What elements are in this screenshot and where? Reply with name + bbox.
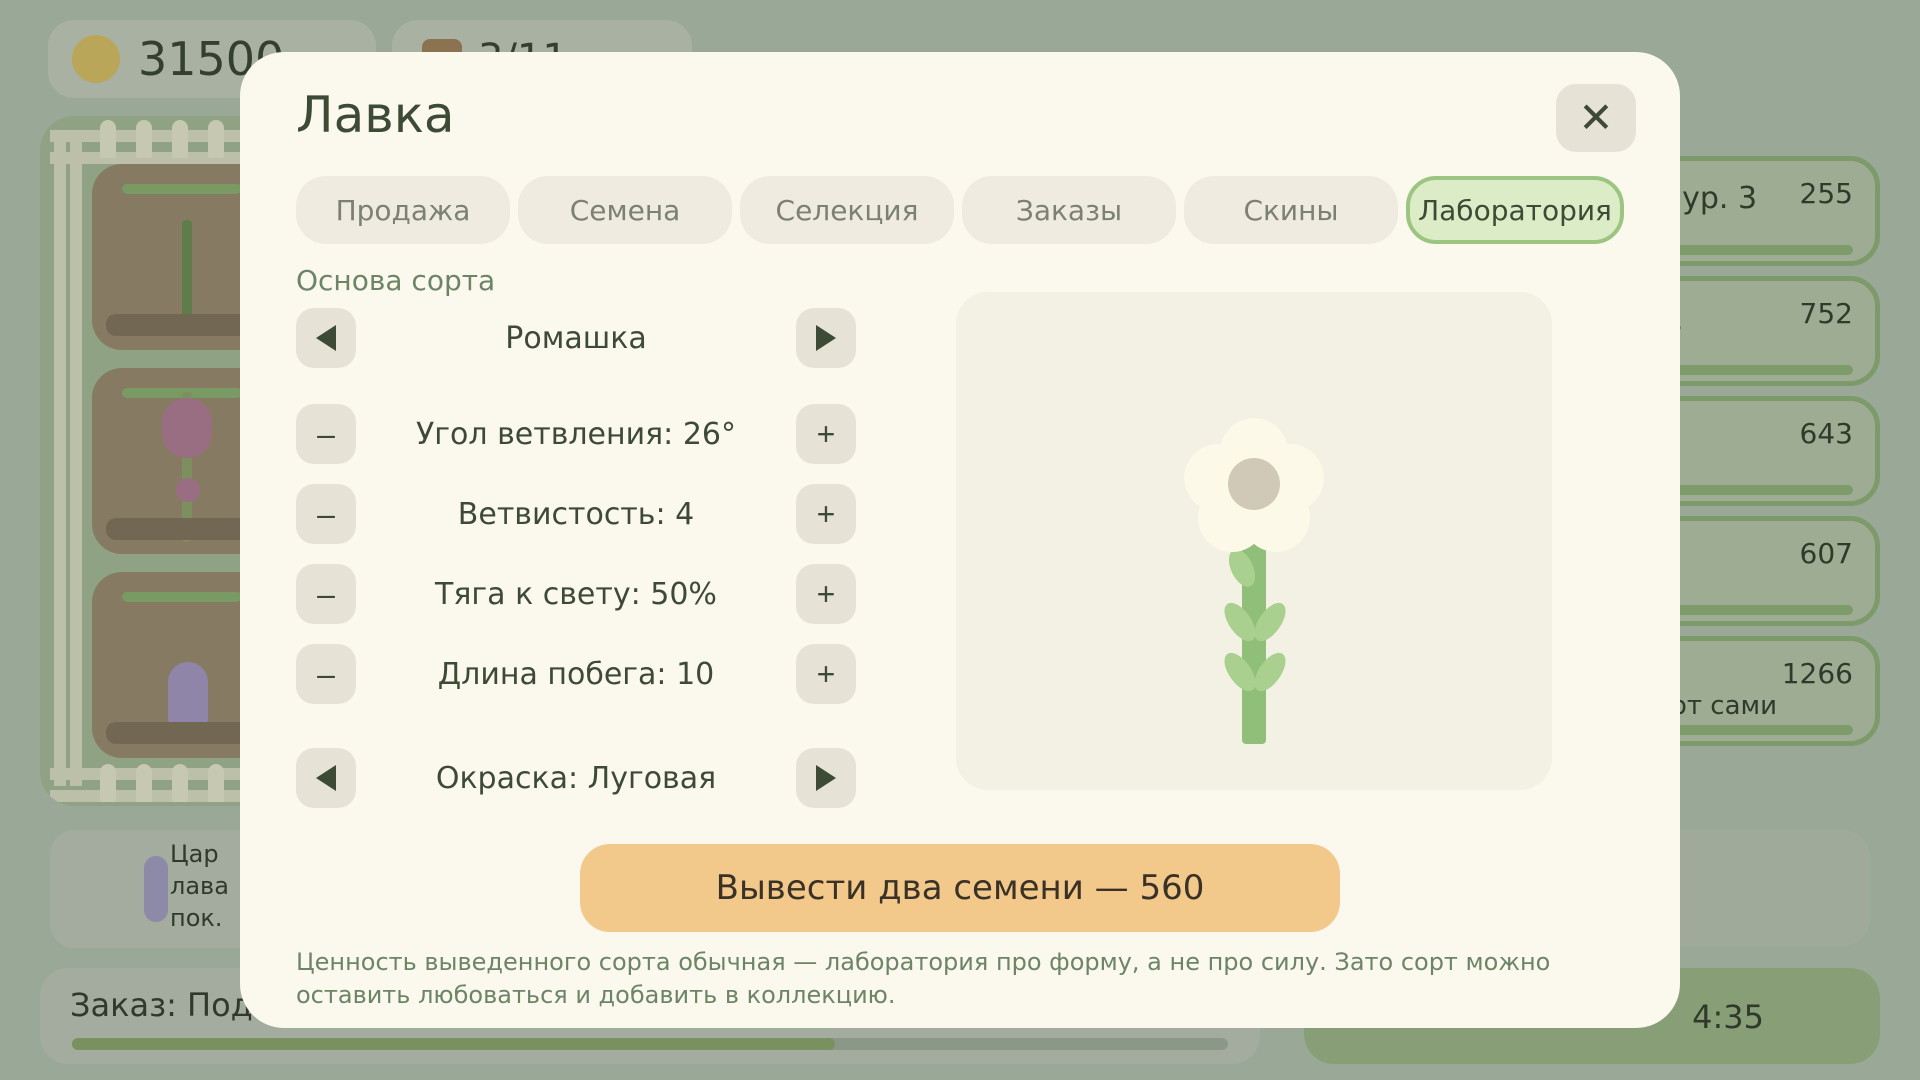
order-progress [72,1038,1228,1050]
card-subtitle: ют сами [1665,691,1778,721]
lavender-icon [144,856,168,922]
branchiness-label: Ветвистость: 4 [457,496,695,532]
base-next-button[interactable] [796,308,856,368]
fence-picket [100,120,116,158]
modal-title: Лавка [296,86,455,144]
card-progress [1665,245,1853,255]
order-progress-fill [72,1038,835,1050]
param-branchiness: – Ветвистость: 4 + [296,484,856,544]
tab-sale[interactable]: Продажа [296,176,510,244]
chamomile-preview-icon [1184,418,1324,744]
coloring-value: Окраска: Луговая [435,760,717,796]
phototropism-minus-button[interactable]: – [296,564,356,624]
card-progress [1665,365,1853,375]
coin-icon [72,35,120,83]
timer-text: 4:35 [1692,998,1764,1036]
base-value: Ромашка [505,320,647,356]
fence-picket [172,120,188,158]
base-prev-button[interactable] [296,308,356,368]
coloring-prev-button[interactable] [296,748,356,808]
close-icon: ✕ [1578,94,1614,141]
param-branch-angle: – Угол ветвления: 26° + [296,404,856,464]
flower-cluster-icon [162,398,212,458]
card-value: 643 [1799,417,1853,450]
section-label: Основа сорта [296,264,496,297]
shoot-length-minus-button[interactable]: – [296,644,356,704]
flower-bud-icon [176,478,200,502]
shoot-length-label: Длина побега: 10 [437,656,715,692]
arrow-left-icon [316,765,336,791]
info-line: лава [170,872,229,900]
footnote-text: Ценность выведенного сорта обычная — лаб… [296,948,1551,1009]
arrow-right-icon [816,765,836,791]
fence-post [54,136,66,786]
breed-seeds-button[interactable]: Вывести два семени — 560 [580,844,1340,932]
arrow-right-icon [816,325,836,351]
tab-orders[interactable]: Заказы [962,176,1176,244]
card-value: 752 [1799,297,1853,330]
bottom-info-text: Цар лава пок. [170,838,229,934]
tab-breeding[interactable]: Селекция [740,176,954,244]
fence-picket [172,764,188,802]
plant-preview [956,292,1552,790]
card-progress [1665,605,1853,615]
tab-bar: Продажа Семена Селекция Заказы Скины Лаб… [296,176,1624,244]
growth-bar [122,184,242,194]
base-selector: Ромашка [296,308,856,368]
branch-angle-label: Угол ветвления: 26° [415,416,736,452]
info-line: пок. [170,904,223,932]
fence-picket [136,120,152,158]
info-line: Цар [170,840,219,868]
close-button[interactable]: ✕ [1556,84,1636,152]
param-phototropism: – Тяга к свету: 50% + [296,564,856,624]
fence-post [70,136,82,786]
growth-bar [122,592,242,602]
card-value: 1266 [1781,657,1853,690]
card-value: 255 [1799,177,1853,210]
card-value: 607 [1799,537,1853,570]
coloring-next-button[interactable] [796,748,856,808]
param-shoot-length: – Длина побега: 10 + [296,644,856,704]
tab-laboratory[interactable]: Лаборатория [1406,176,1624,244]
tab-skins[interactable]: Скины [1184,176,1398,244]
phototropism-label: Тяга к свету: 50% [435,576,717,612]
card-progress [1665,725,1853,735]
arrow-left-icon [316,325,336,351]
tab-seeds[interactable]: Семена [518,176,732,244]
fence-picket [208,120,224,158]
fence-picket [208,764,224,802]
phototropism-plus-button[interactable]: + [796,564,856,624]
branchiness-minus-button[interactable]: – [296,484,356,544]
shoot-length-plus-button[interactable]: + [796,644,856,704]
shop-modal: Лавка ✕ Продажа Семена Селекция Заказы С… [240,52,1680,1028]
branch-angle-minus-button[interactable]: – [296,404,356,464]
fence-picket [100,764,116,802]
card-progress [1665,485,1853,495]
coloring-selector: Окраска: Луговая [296,748,856,808]
branch-angle-plus-button[interactable]: + [796,404,856,464]
fence-picket [136,764,152,802]
branchiness-plus-button[interactable]: + [796,484,856,544]
order-text: Заказ: Под [70,986,253,1024]
